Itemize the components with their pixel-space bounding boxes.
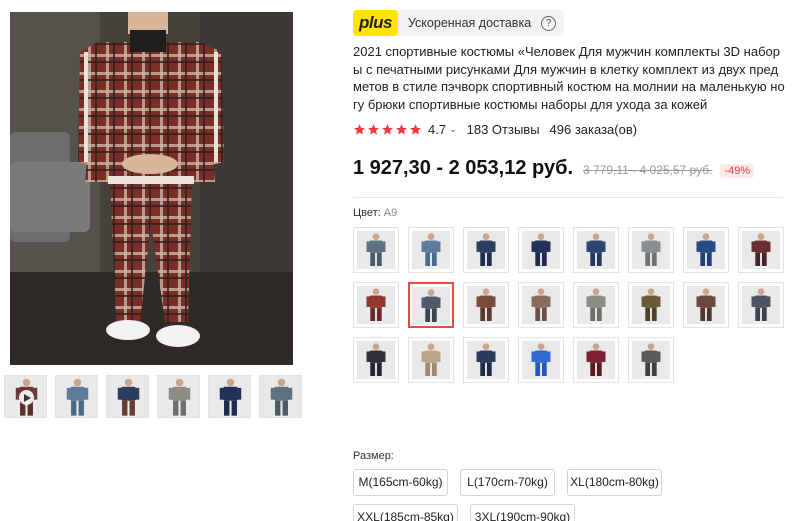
thumbnail-image[interactable] <box>208 375 251 418</box>
star-icon <box>368 124 379 135</box>
rating-row: 4.7 ⌄ 183 Отзывы 496 заказа(ов) <box>353 122 793 137</box>
color-swatch[interactable] <box>738 227 784 273</box>
size-option[interactable]: XXL(185cm-85kg) <box>353 504 458 521</box>
star-icon <box>410 124 421 135</box>
thumbnail-strip <box>4 375 302 418</box>
plus-logo: plus <box>353 10 398 36</box>
color-swatch[interactable] <box>408 227 454 273</box>
rating-value[interactable]: 4.7 <box>428 122 446 137</box>
current-price: 1 927,30 - 2 053,12 руб. <box>353 157 574 179</box>
thumbnail-video[interactable] <box>4 375 47 418</box>
color-swatch[interactable] <box>573 282 619 328</box>
size-option[interactable]: 3XL(190cm-90kg) <box>470 504 575 521</box>
thumbnail-image[interactable] <box>157 375 200 418</box>
color-swatch[interactable] <box>353 337 399 383</box>
thumbnail-image[interactable] <box>259 375 302 418</box>
chevron-down-icon[interactable]: ⌄ <box>449 124 457 135</box>
discount-badge: -49% <box>720 164 755 178</box>
color-swatch[interactable] <box>408 337 454 383</box>
orders-count: 496 заказа(ов) <box>549 122 638 137</box>
color-swatch[interactable] <box>463 337 509 383</box>
size-option[interactable]: M(165cm-60kg) <box>353 469 448 496</box>
color-label: Цвет: A9 <box>353 207 397 219</box>
color-swatch[interactable] <box>683 227 729 273</box>
color-swatch[interactable] <box>738 282 784 328</box>
fast-delivery-label: Ускоренная доставка <box>407 16 532 30</box>
old-price: 3 779,11 - 4 025,57 руб. <box>583 163 713 177</box>
color-swatch[interactable] <box>628 227 674 273</box>
rating-stars <box>353 123 422 136</box>
star-icon <box>354 124 365 135</box>
color-swatch[interactable] <box>463 227 509 273</box>
reviews-link[interactable]: 183 Отзывы <box>467 122 540 137</box>
color-swatch-selected[interactable] <box>408 282 454 328</box>
color-swatch[interactable] <box>463 282 509 328</box>
color-swatch[interactable] <box>518 282 564 328</box>
size-option[interactable]: L(170cm-70kg) <box>460 469 555 496</box>
product-info: plus Ускоренная доставка ? 2021 спортивн… <box>353 10 793 521</box>
price-row: 1 927,30 - 2 053,12 руб. 3 779,11 - 4 02… <box>353 157 755 180</box>
star-icon <box>396 124 407 135</box>
color-swatch[interactable] <box>518 337 564 383</box>
color-label-text: Цвет: <box>353 207 381 219</box>
size-label: Размер: <box>353 450 394 462</box>
color-swatch[interactable] <box>628 337 674 383</box>
color-swatch[interactable] <box>683 282 729 328</box>
thumbnail-image[interactable] <box>106 375 149 418</box>
thumbnail-image[interactable] <box>55 375 98 418</box>
fast-delivery-banner[interactable]: plus Ускоренная доставка ? <box>353 10 565 36</box>
color-selected-value: A9 <box>383 207 398 219</box>
color-swatch[interactable] <box>518 227 564 273</box>
size-option[interactable]: XL(180cm-80kg) <box>567 469 662 496</box>
divider <box>353 197 783 198</box>
star-icon <box>382 124 393 135</box>
color-swatch[interactable] <box>573 337 619 383</box>
color-swatch[interactable] <box>353 282 399 328</box>
question-icon[interactable]: ? <box>541 15 557 31</box>
main-product-photo[interactable] <box>10 12 293 365</box>
color-swatch[interactable] <box>353 227 399 273</box>
color-swatch[interactable] <box>628 282 674 328</box>
product-title: 2021 спортивные костюмы «Человек Для муж… <box>353 44 785 112</box>
color-swatch[interactable] <box>573 227 619 273</box>
play-icon <box>19 390 34 405</box>
